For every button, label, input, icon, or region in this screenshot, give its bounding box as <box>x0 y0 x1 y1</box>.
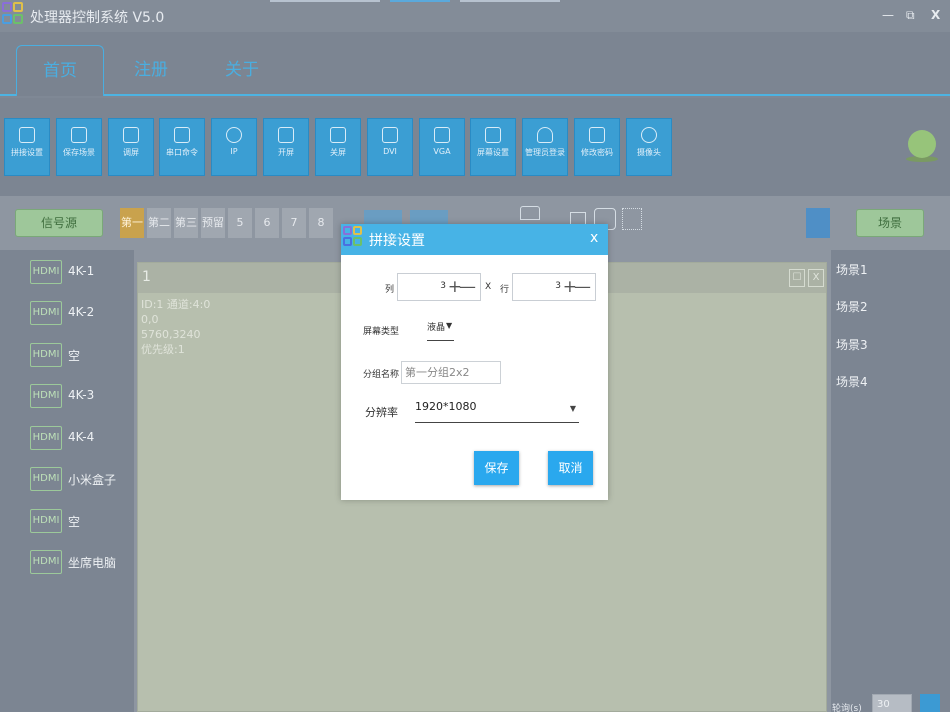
hdmi-badge: HDMI <box>30 426 62 450</box>
dialog-close-button[interactable]: x <box>590 230 598 246</box>
ip-button[interactable]: IP <box>211 118 257 176</box>
interval-label: 轮询(s) <box>832 704 862 712</box>
save-scene-button[interactable]: 保存场景 <box>56 118 102 176</box>
app-logo-icon <box>343 226 363 254</box>
user-icon <box>537 127 553 143</box>
dialog-header: 拼接设置 x <box>341 224 608 255</box>
rows-minus-button[interactable]: — <box>574 276 591 298</box>
rows-stepper[interactable]: 3 + — <box>512 273 596 301</box>
vga-icon <box>434 127 450 143</box>
cols-minus-button[interactable]: — <box>459 276 476 298</box>
tab-bar: 首页 注册 关于 <box>0 32 950 96</box>
splice-settings-button[interactable]: 拼接设置 <box>4 118 50 176</box>
tab-register[interactable]: 注册 <box>107 45 195 96</box>
refresh-icon[interactable] <box>920 694 940 712</box>
signal-list: HDMI 4K-1 HDMI 4K-2 HDMI 空 HDMI 4K-3 HDMI 4K-… <box>0 250 134 712</box>
hdmi-badge: HDMI <box>30 384 62 408</box>
window-maximize-button[interactable]: ☐ <box>789 269 805 287</box>
hdmi-badge: HDMI <box>30 343 62 367</box>
window-number: 1 <box>142 269 151 285</box>
group-name-input[interactable]: 第一分组2x2 <box>401 361 501 384</box>
top-strip <box>460 0 560 2</box>
page-button-4[interactable]: 预留 <box>201 208 225 238</box>
screen-type-label: 屏幕类型 <box>363 327 400 337</box>
screen-off-icon <box>330 127 346 143</box>
scene-item[interactable]: 场景2 <box>836 298 868 315</box>
adjust-icon <box>123 127 139 143</box>
page-button-8[interactable]: 8 <box>309 208 333 238</box>
x-label: X <box>485 282 492 292</box>
top-strip <box>270 0 380 2</box>
scene-list: 场景1 场景2 场景3 场景4 轮询(s) 30 <box>831 250 950 712</box>
dialog-title: 拼接设置 <box>369 233 425 249</box>
hdmi-badge: HDMI <box>30 550 62 574</box>
screen-type-select[interactable]: 液晶 ▼ <box>427 320 454 341</box>
lock-icon[interactable] <box>520 206 540 220</box>
scene-button[interactable]: 场景 <box>856 209 924 237</box>
cancel-button[interactable]: 取消 <box>548 451 593 485</box>
vga-button[interactable]: VGA <box>419 118 465 176</box>
adjust-screen-button[interactable]: 调屏 <box>108 118 154 176</box>
serial-command-button[interactable]: 串口命令 <box>159 118 205 176</box>
hdmi-badge: HDMI <box>30 260 62 284</box>
window-close-button[interactable]: X <box>808 269 824 287</box>
tab-about[interactable]: 关于 <box>198 45 286 96</box>
serial-icon <box>174 127 190 143</box>
dvi-icon <box>382 127 398 143</box>
screen-settings-icon <box>485 127 501 143</box>
title-bar: 处理器控制系统 V5.0 — ⧉ X <box>0 0 950 32</box>
splice-settings-dialog: 拼接设置 x 列 3 + — X 行 3 + — 屏幕类型 液晶 ▼ 分组名称 … <box>341 224 608 500</box>
layout-grid-icon[interactable] <box>622 208 642 230</box>
screen-settings-button[interactable]: 屏幕设置 <box>470 118 516 176</box>
chevron-down-icon: ▼ <box>569 404 576 413</box>
status-indicator-icon <box>908 130 936 158</box>
scene-item[interactable]: 场景3 <box>836 336 868 353</box>
signal-source-button[interactable]: 信号源 <box>15 209 103 237</box>
dvi-button[interactable]: DVI <box>367 118 413 176</box>
app-title: 处理器控制系统 V5.0 <box>30 10 165 26</box>
resolution-select[interactable]: 1920*1080 ▼ <box>415 400 579 423</box>
interval-input[interactable]: 30 <box>872 694 912 712</box>
group-name-label: 分组名称 <box>363 370 400 380</box>
rows-value: 3 <box>555 281 561 291</box>
restore-button[interactable]: ⧉ <box>906 8 915 23</box>
screen-on-button[interactable]: 开屏 <box>263 118 309 176</box>
hdmi-badge: HDMI <box>30 509 62 533</box>
save-button[interactable]: 保存 <box>474 451 519 485</box>
window-info: ID:1 通道:4:0 0,0 5760,3240 优先级:1 <box>141 298 211 356</box>
hdmi-badge: HDMI <box>30 301 62 325</box>
toolbar: 拼接设置 保存场景 调屏 串口命令 IP 开屏 关屏 DVI VGA 屏幕设置 … <box>0 98 950 196</box>
hdmi-badge: HDMI <box>30 467 62 491</box>
lock-icon <box>589 127 605 143</box>
cols-value: 3 <box>440 281 446 291</box>
mute-icon[interactable] <box>806 208 830 238</box>
close-button[interactable]: X <box>931 8 940 22</box>
page-button-7[interactable]: 7 <box>282 208 306 238</box>
cols-label: 列 <box>385 285 395 295</box>
tab-home[interactable]: 首页 <box>16 45 104 96</box>
page-button-2[interactable]: 第二 <box>147 208 171 238</box>
location-icon <box>226 127 242 143</box>
rows-label: 行 <box>500 285 510 295</box>
app-logo-icon <box>2 2 26 30</box>
save-icon <box>71 127 87 143</box>
scene-item[interactable]: 场景4 <box>836 373 868 390</box>
admin-login-button[interactable]: 管理员登录 <box>522 118 568 176</box>
chevron-down-icon: ▼ <box>446 321 453 330</box>
camera-icon <box>641 127 657 143</box>
page-button-5[interactable]: 5 <box>228 208 252 238</box>
page-button-1[interactable]: 第一 <box>120 208 144 238</box>
minimize-button[interactable]: — <box>882 8 894 22</box>
top-strip <box>390 0 450 2</box>
page-button-3[interactable]: 第三 <box>174 208 198 238</box>
page-button-6[interactable]: 6 <box>255 208 279 238</box>
monitor-icon <box>19 127 35 143</box>
camera-button[interactable]: 摄像头 <box>626 118 672 176</box>
change-password-button[interactable]: 修改密码 <box>574 118 620 176</box>
scene-item[interactable]: 场景1 <box>836 261 868 278</box>
screen-off-button[interactable]: 关屏 <box>315 118 361 176</box>
resolution-label: 分辨率 <box>365 406 398 419</box>
screen-on-icon <box>278 127 294 143</box>
cols-stepper[interactable]: 3 + — <box>397 273 481 301</box>
